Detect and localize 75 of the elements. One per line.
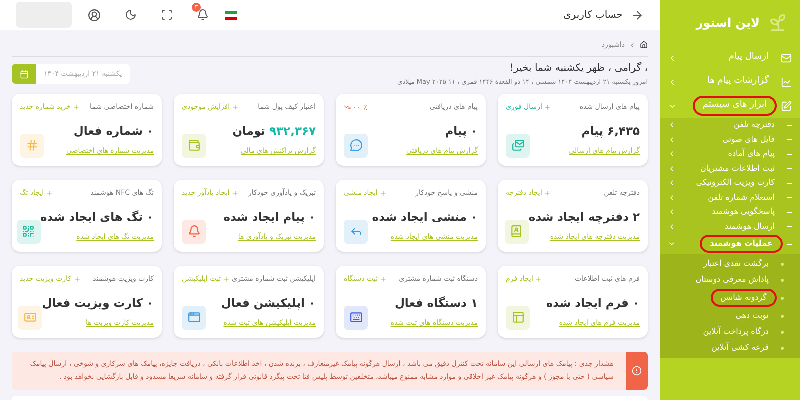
menu-label: ابزار های سیستم bbox=[692, 96, 777, 116]
menu-label: فایل های صوتی bbox=[722, 134, 776, 146]
plus-icon bbox=[380, 190, 387, 196]
card-value: ۰ اپلیکیشن فعال bbox=[222, 295, 316, 312]
menu-label: پیام های آماده bbox=[727, 148, 776, 160]
menu-label: نوبت دهی bbox=[734, 310, 770, 322]
page-title: حساب کاربری bbox=[563, 8, 623, 22]
plus-icon bbox=[544, 190, 552, 196]
card-value: ۰ پیام bbox=[444, 123, 478, 140]
menu-item[interactable]: ابزار های سیستم bbox=[660, 94, 800, 118]
card-value: ۰ فرم ایجاد شده bbox=[546, 295, 640, 312]
menu-label: برگشت نقدی اعتبار bbox=[702, 258, 770, 270]
card-value: ۰ شماره فعال bbox=[72, 123, 154, 140]
trend-down-icon bbox=[344, 104, 351, 111]
plus-icon bbox=[232, 104, 240, 110]
menu-label: درگاه پرداخت آنلاین bbox=[702, 326, 770, 338]
menu-label: ثبت اطلاعات مشتریان bbox=[700, 162, 776, 175]
calendar-icon bbox=[20, 70, 28, 79]
menu-icon bbox=[781, 76, 792, 88]
submenu-item[interactable]: فایل های صوتی bbox=[660, 132, 800, 147]
menu-label: گردونه شانس bbox=[710, 289, 777, 307]
flag-icon bbox=[225, 10, 237, 20]
menu-label: پاسخگویی هوشمند bbox=[711, 206, 776, 218]
alert-icon bbox=[632, 366, 642, 376]
menu-label: استعلام شماره تلفن bbox=[707, 192, 776, 204]
dark-mode-icon[interactable] bbox=[125, 9, 137, 21]
home-icon[interactable] bbox=[640, 41, 648, 49]
brand-name: لاین استور bbox=[696, 15, 760, 32]
menu-item[interactable]: گزارشات پیام ها bbox=[660, 70, 800, 94]
menu-item[interactable]: ارسال پیام bbox=[660, 46, 800, 70]
menu-label: ارسال هوشمند bbox=[724, 220, 776, 233]
menu-label: قرعه کشی آنلاین bbox=[710, 342, 770, 354]
fullscreen-icon[interactable] bbox=[161, 9, 173, 21]
card-value: ۰ کارت ویزیت فعال bbox=[42, 295, 154, 312]
submenu-item[interactable]: پاسخگویی هوشمند bbox=[660, 205, 800, 220]
submenu-item[interactable]: ثبت اطلاعات مشتریان bbox=[660, 162, 800, 176]
submenu-item[interactable]: استعلام شماره تلفن bbox=[660, 190, 800, 205]
plus-icon bbox=[380, 276, 387, 282]
submenu-item[interactable]: ارسال هوشمند bbox=[660, 220, 800, 234]
submenu-item[interactable]: قرعه کشی آنلاین bbox=[660, 340, 800, 356]
plus-icon bbox=[232, 190, 239, 196]
card-value: ۰ منشی ایجاد شده bbox=[372, 209, 478, 226]
menu-label: پاداش معرفی دوستان bbox=[694, 274, 770, 286]
submenu-item[interactable]: نوبت دهی bbox=[660, 308, 800, 324]
menu-icon bbox=[781, 52, 792, 64]
card-value: ۱ دستگاه فعال bbox=[394, 295, 478, 312]
plus-icon bbox=[223, 276, 230, 282]
menu-label: دفترچه تلفن bbox=[732, 119, 776, 132]
card-value: ۰ تگ های ایجاد شده bbox=[40, 209, 154, 226]
submenu-item[interactable]: برگشت نقدی اعتبار bbox=[660, 256, 800, 272]
logo-icon bbox=[768, 13, 788, 33]
card-value: ۰ پیام ایجاد شده bbox=[224, 209, 316, 226]
back-arrow-icon[interactable] bbox=[631, 8, 644, 22]
card-value: ۶,۴۳۵ پیام bbox=[580, 123, 640, 140]
breadcrumb-separator-icon bbox=[629, 42, 636, 48]
submenu-item[interactable]: درگاه پرداخت آنلاین bbox=[660, 324, 800, 340]
plus-icon bbox=[72, 104, 80, 110]
menu-label: گزارشات پیام ها bbox=[706, 74, 770, 88]
menu-icon bbox=[781, 100, 792, 112]
plus-icon bbox=[46, 190, 54, 196]
user-icon[interactable] bbox=[88, 8, 101, 22]
submenu-item[interactable]: کارت ویزیت الکترونیکی bbox=[660, 176, 800, 190]
plus-icon bbox=[544, 104, 552, 110]
card-value: ۲ دفترچه ایجاد شده bbox=[528, 209, 640, 226]
greeting: ، گرامی ، ظهر یکشنبه شما بخیر! bbox=[509, 61, 648, 76]
card-value: ۹۳۲,۳۶۷ تومان bbox=[232, 123, 316, 140]
submenu-item[interactable]: دفترچه تلفن bbox=[660, 118, 800, 132]
submenu-item[interactable]: پاداش معرفی دوستان bbox=[660, 272, 800, 288]
plus-icon bbox=[535, 276, 542, 282]
submenu-item[interactable]: گردونه شانس bbox=[660, 288, 800, 308]
menu-label: ارسال پیام bbox=[728, 51, 770, 64]
menu-label: کارت ویزیت الکترونیکی bbox=[695, 177, 776, 190]
plus-icon bbox=[74, 276, 81, 282]
submenu-item[interactable]: پیام های آماده bbox=[660, 147, 800, 162]
notification-bell-icon[interactable] bbox=[197, 9, 209, 21]
